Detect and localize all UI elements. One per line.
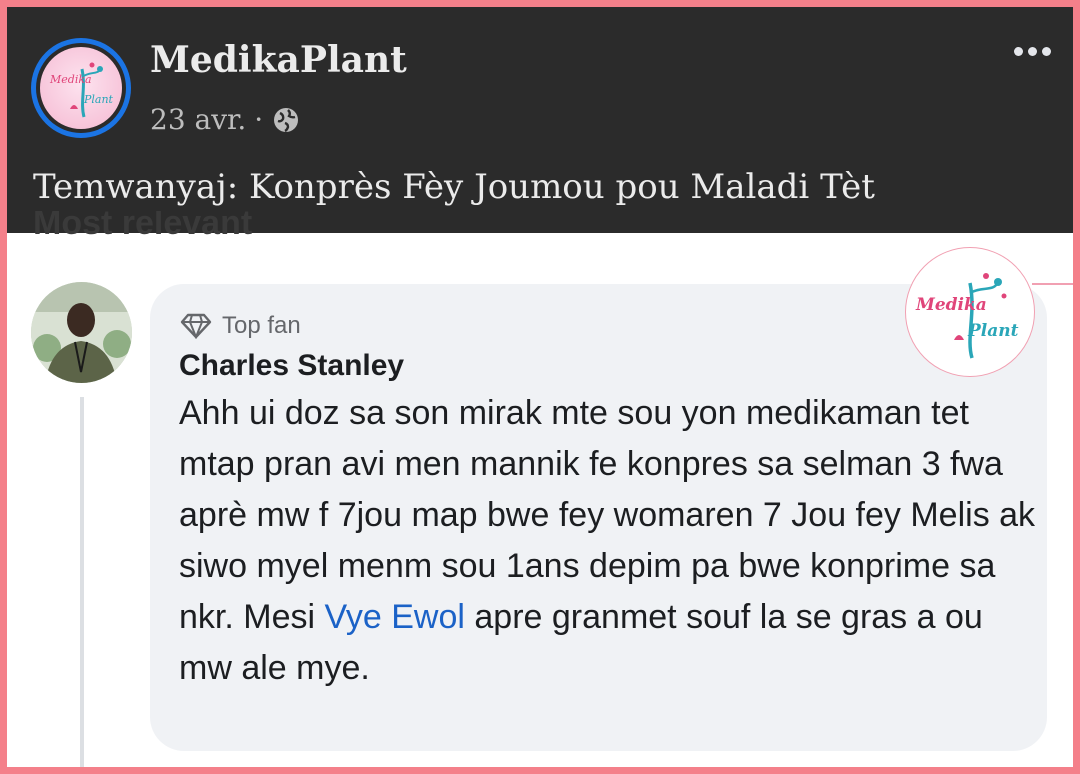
globe-icon (274, 107, 299, 132)
commenter-name[interactable]: Charles Stanley (179, 349, 404, 383)
medikaplant-watermark: Medika Plant (905, 247, 1035, 377)
meta-separator: · (254, 103, 264, 136)
sort-label-cutoff: Most relevant (33, 211, 253, 235)
svg-text:Plant: Plant (83, 93, 114, 106)
top-fan-label: Top fan (222, 312, 301, 339)
top-fan-badge[interactable]: Top fan (180, 312, 301, 340)
post-title: Temwanyaj: Konprès Fèy Joumou pou Maladi… (33, 167, 875, 207)
post-header: Medika Plant MedikaPlant 23 avr. · Temwa… (7, 7, 1073, 233)
page-name[interactable]: MedikaPlant (150, 39, 407, 81)
diamond-icon (180, 313, 212, 339)
comment-bubble: Top fan Charles Stanley Ahh ui doz sa so… (150, 284, 1047, 751)
page-avatar[interactable]: Medika Plant (31, 38, 131, 138)
svg-text:Plant: Plant (967, 321, 1019, 341)
commenter-photo (31, 282, 132, 383)
post-date[interactable]: 23 avr. (150, 103, 246, 136)
commenter-avatar[interactable] (31, 282, 132, 383)
watermark-line (1032, 283, 1073, 285)
post-meta: 23 avr. · (150, 103, 301, 136)
mention-link[interactable]: Vye Ewol (324, 598, 464, 636)
screenshot-frame: Medika Plant MedikaPlant 23 avr. · Temwa… (7, 7, 1073, 767)
comment-text: Ahh ui doz sa son mirak mte sou yon medi… (179, 388, 1039, 694)
more-options-icon[interactable] (1014, 47, 1051, 56)
svg-text:Medika: Medika (915, 295, 987, 315)
medikaplant-logo: Medika Plant (40, 47, 122, 129)
thread-line (80, 397, 84, 767)
watermark-logo: Medika Plant (915, 273, 1019, 359)
logo-graphic: Medika Plant (49, 62, 114, 118)
svg-text:Medika: Medika (49, 73, 92, 86)
